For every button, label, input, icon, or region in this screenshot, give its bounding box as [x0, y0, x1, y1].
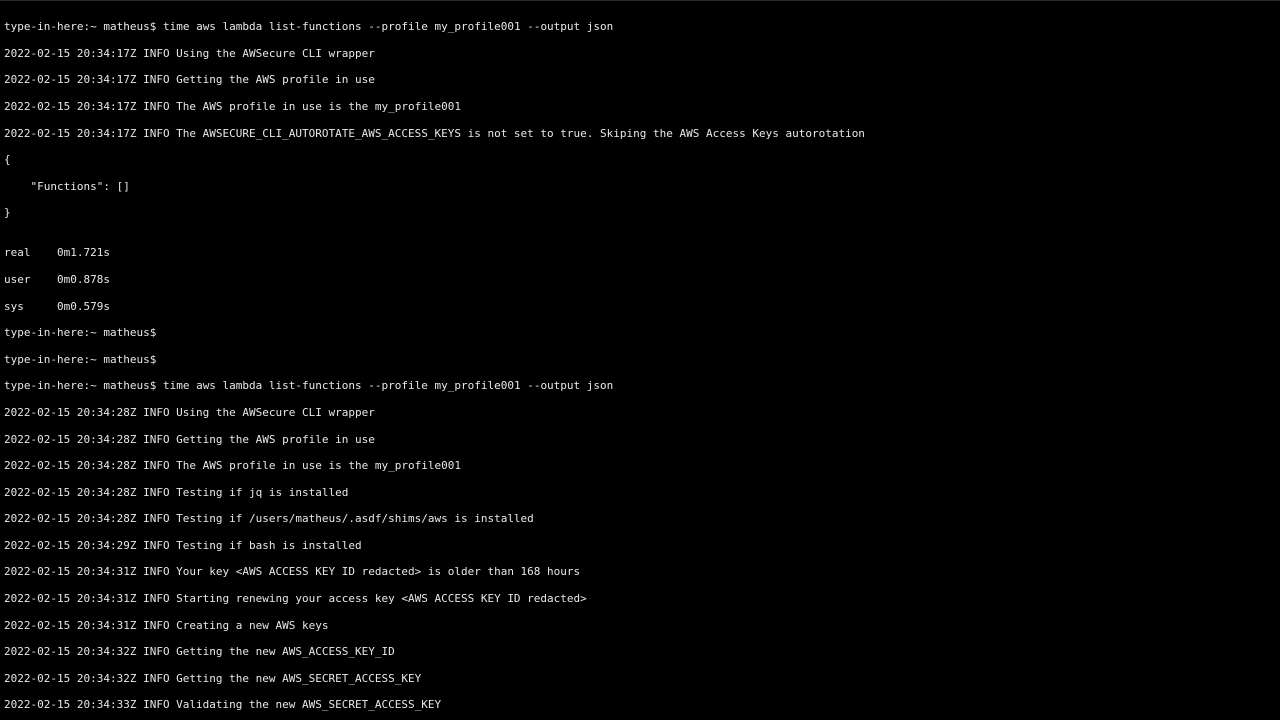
log-line: 2022-02-15 20:34:28Z INFO Getting the AW… — [4, 433, 1276, 446]
log-line: 2022-02-15 20:34:28Z INFO Testing if jq … — [4, 486, 1276, 499]
log-line: 2022-02-15 20:34:17Z INFO The AWSECURE_C… — [4, 127, 1276, 140]
log-line: 2022-02-15 20:34:33Z INFO Validating the… — [4, 698, 1276, 711]
log-line: 2022-02-15 20:34:17Z INFO Getting the AW… — [4, 73, 1276, 86]
timing-sys: sys 0m0.579s — [4, 300, 1276, 313]
log-line: 2022-02-15 20:34:17Z INFO The AWS profil… — [4, 100, 1276, 113]
log-line: 2022-02-15 20:34:31Z INFO Creating a new… — [4, 619, 1276, 632]
log-line: 2022-02-15 20:34:28Z INFO The AWS profil… — [4, 459, 1276, 472]
shell-prompt: type-in-here:~ matheus$ — [4, 379, 156, 392]
log-line: 2022-02-15 20:34:28Z INFO Using the AWSe… — [4, 406, 1276, 419]
json-output-close: } — [4, 206, 1276, 219]
typed-command: time aws lambda list-functions --profile… — [163, 379, 613, 392]
typed-command: time aws lambda list-functions --profile… — [163, 20, 613, 33]
json-output-open: { — [4, 153, 1276, 166]
prompt-line: type-in-here:~ matheus$ time aws lambda … — [4, 379, 1276, 392]
prompt-line: type-in-here:~ matheus$ time aws lambda … — [4, 20, 1276, 33]
log-line: 2022-02-15 20:34:31Z INFO Your key <AWS … — [4, 565, 1276, 578]
log-line: 2022-02-15 20:34:31Z INFO Starting renew… — [4, 592, 1276, 605]
terminal-window[interactable]: type-in-here:~ matheus$ time aws lambda … — [0, 0, 1280, 720]
prompt-line: type-in-here:~ matheus$ — [4, 326, 1276, 339]
json-output-functions: "Functions": [] — [4, 180, 1276, 193]
log-line: 2022-02-15 20:34:28Z INFO Testing if /us… — [4, 512, 1276, 525]
timing-user: user 0m0.878s — [4, 273, 1276, 286]
log-line: 2022-02-15 20:34:32Z INFO Getting the ne… — [4, 672, 1276, 685]
shell-prompt: type-in-here:~ matheus$ — [4, 20, 156, 33]
log-line: 2022-02-15 20:34:29Z INFO Testing if bas… — [4, 539, 1276, 552]
log-line: 2022-02-15 20:34:17Z INFO Using the AWSe… — [4, 47, 1276, 60]
prompt-line: type-in-here:~ matheus$ — [4, 353, 1276, 366]
timing-real: real 0m1.721s — [4, 246, 1276, 259]
log-line: 2022-02-15 20:34:32Z INFO Getting the ne… — [4, 645, 1276, 658]
